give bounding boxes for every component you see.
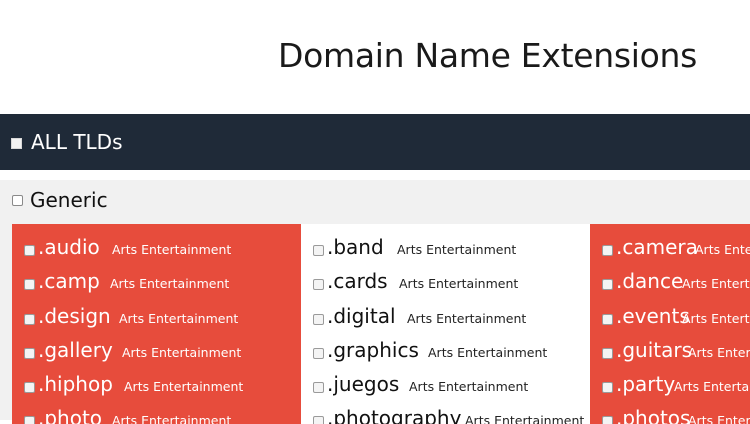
tld-name: .juegos: [327, 372, 400, 396]
tld-checkbox[interactable]: [313, 314, 324, 325]
tld-checkbox[interactable]: [602, 416, 613, 424]
tld-category: Arts Entertainment: [465, 413, 585, 424]
tld-category: Arts Entertainment: [409, 379, 529, 394]
tld-checkbox[interactable]: [24, 348, 35, 359]
tld-checkbox[interactable]: [24, 314, 35, 325]
tld-category: Arts Entertainment: [695, 242, 750, 257]
tld-checkbox[interactable]: [602, 314, 613, 325]
tld-name: .events: [616, 304, 690, 328]
tld-name: .hiphop: [38, 372, 113, 396]
tld-checkbox[interactable]: [602, 348, 613, 359]
tld-checkbox[interactable]: [602, 382, 613, 393]
tld-column-1: .audio Arts Entertainment .camp Arts Enter…: [12, 224, 301, 424]
tld-category: Arts Entertainment: [674, 379, 750, 394]
tld-name: .design: [38, 304, 111, 328]
all-tlds-label: ALL TLDs: [31, 130, 123, 154]
tld-checkbox[interactable]: [313, 382, 324, 393]
tld-name: .camp: [38, 269, 100, 293]
tld-name: .digital: [327, 304, 396, 328]
tld-checkbox[interactable]: [313, 348, 324, 359]
tld-category: Arts Entertainment: [688, 413, 750, 424]
tld-name: .photography: [327, 406, 462, 424]
tld-name: .photo: [38, 406, 103, 424]
page-title: Domain Name Extensions: [278, 36, 697, 75]
tld-name: .dance: [616, 269, 684, 293]
tld-category: Arts Entertainment: [112, 413, 232, 424]
generic-label: Generic: [30, 188, 108, 212]
tld-checkbox[interactable]: [24, 279, 35, 290]
tld-checkbox[interactable]: [24, 245, 35, 256]
generic-checkbox[interactable]: [12, 195, 23, 206]
tld-column-3: .cameraArts Entertainment .danceArts Ent…: [590, 224, 750, 424]
generic-section: Generic .audio Arts Entertainment .camp Ar…: [0, 180, 750, 424]
tld-category: Arts Entertainment: [407, 311, 527, 326]
tld-checkbox[interactable]: [313, 279, 324, 290]
tld-column-2: .band Arts Entertainment .cards Arts Enter…: [301, 224, 590, 424]
tld-checkbox[interactable]: [602, 245, 613, 256]
tld-name: .band: [327, 235, 384, 259]
tld-name: .party: [616, 372, 676, 396]
tld-checkbox[interactable]: [24, 382, 35, 393]
page-title-row: Domain Name Extensions: [0, 36, 750, 82]
tld-category: Arts Entertainment: [119, 311, 239, 326]
tld-name: .graphics: [327, 338, 419, 362]
tld-category: Arts Entertainment: [682, 276, 750, 291]
tld-category: Arts Entertainment: [428, 345, 548, 360]
tld-category: Arts Entertainment: [399, 276, 519, 291]
tld-category: Arts Entertainment: [688, 345, 750, 360]
tld-category: Arts Entertainment: [682, 311, 750, 326]
tld-checkbox[interactable]: [24, 416, 35, 424]
tld-checkbox[interactable]: [313, 416, 324, 424]
tld-name: .audio: [38, 235, 100, 259]
tld-category: Arts Entertainment: [112, 242, 232, 257]
tld-name: .gallery: [38, 338, 113, 362]
tld-name: .photos: [616, 406, 691, 424]
tld-checkbox[interactable]: [602, 279, 613, 290]
tld-category: Arts Entertainment: [124, 379, 244, 394]
tld-name: .guitars: [616, 338, 693, 362]
tld-checkbox[interactable]: [313, 245, 324, 256]
tld-category: Arts Entertainment: [122, 345, 242, 360]
tld-name: .camera: [616, 235, 698, 259]
all-tlds-checkbox[interactable]: [11, 138, 22, 149]
tld-name: .cards: [327, 269, 388, 293]
tld-category: Arts Entertainment: [397, 242, 517, 257]
all-tlds-bar[interactable]: ALL TLDs: [0, 114, 750, 170]
tld-category: Arts Entertainment: [110, 276, 230, 291]
